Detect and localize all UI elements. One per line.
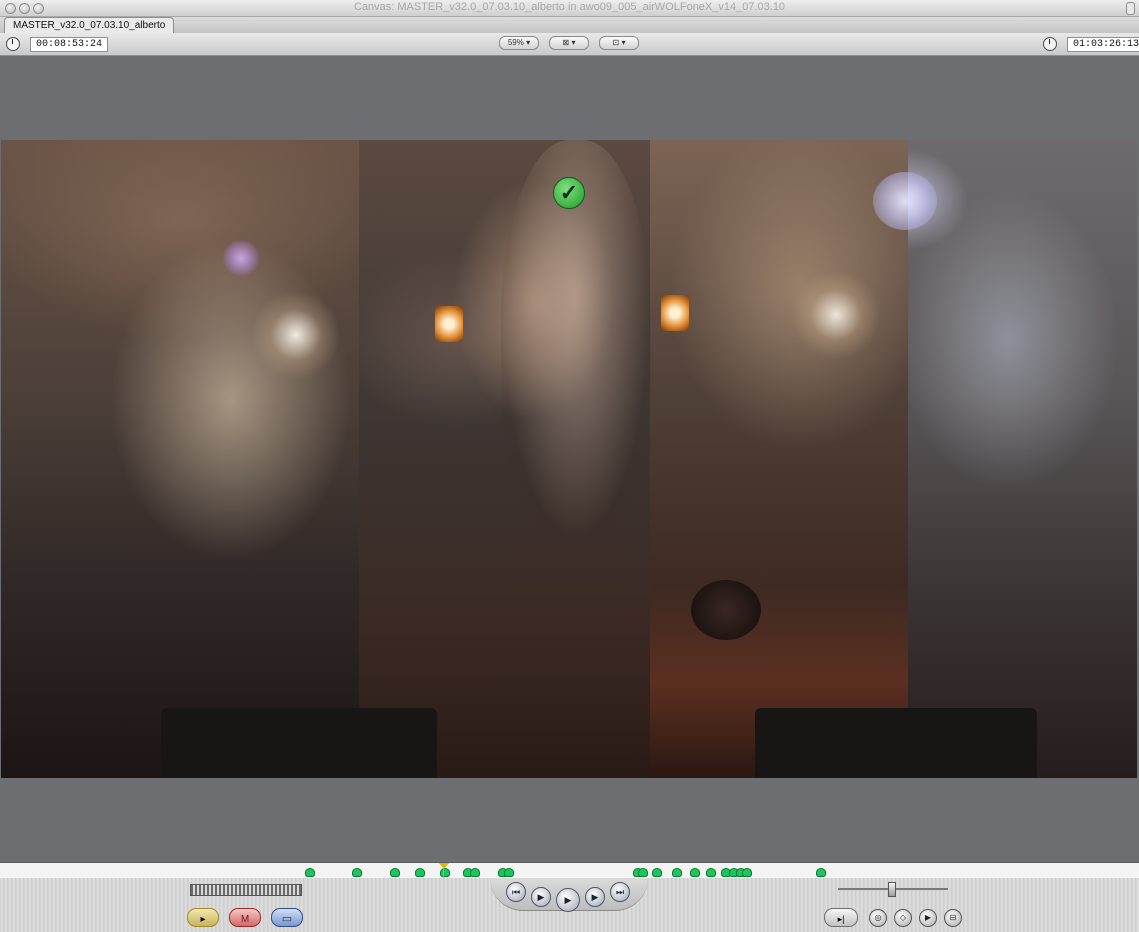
- insert-icon: ▸: [200, 914, 206, 925]
- current-time-clock-icon: [1043, 37, 1057, 51]
- marker[interactable]: [415, 868, 425, 877]
- duration-clock-icon: [6, 37, 20, 51]
- play-button[interactable]: ▶: [556, 888, 580, 912]
- previous-edit-button[interactable]: ⏮: [506, 882, 526, 902]
- marker[interactable]: [742, 868, 752, 877]
- stage-monitor-left: [161, 708, 437, 778]
- lens-flare-white: [873, 172, 937, 230]
- lens-flare-purple: [223, 240, 259, 276]
- stage-monitor-right: [755, 708, 1037, 778]
- mark-clip-button[interactable]: ◎: [869, 909, 887, 927]
- marker[interactable]: [652, 868, 662, 877]
- duration-timecode-field[interactable]: 00:08:53:24: [30, 37, 109, 52]
- zoom-popup[interactable]: 59% ▾: [499, 36, 539, 50]
- transport-controls: ⏮ ▶ ▶ ▶ ⏭: [490, 878, 648, 912]
- overwrite-edit-button[interactable]: M: [229, 908, 261, 927]
- stage-light-right: [661, 295, 689, 331]
- overwrite-icon: M: [240, 914, 250, 925]
- match-frame-button[interactable]: ▸|: [824, 908, 858, 927]
- marker[interactable]: [706, 868, 716, 877]
- insert-edit-button[interactable]: ▸: [187, 908, 219, 927]
- marker[interactable]: [470, 868, 480, 877]
- play-around-button[interactable]: ▶: [585, 887, 605, 907]
- shuttle-knob[interactable]: [888, 882, 896, 897]
- match-frame-icon: ▸|: [837, 914, 845, 924]
- overlay-popup[interactable]: ⊡ ▾: [599, 36, 639, 50]
- marker[interactable]: [305, 868, 315, 877]
- bass-drum: [691, 580, 761, 640]
- overlay-icon: ⊡: [612, 38, 620, 47]
- marker[interactable]: [816, 868, 826, 877]
- window-title: Canvas: MASTER_v32.0_07.03.10_alberto in…: [353, 1, 786, 13]
- video-frame: ✓: [1, 140, 1137, 778]
- mark-in-out-button[interactable]: ⊟: [944, 909, 962, 927]
- spotlight-glare-left: [251, 290, 341, 380]
- next-edit-button[interactable]: ⏭: [610, 882, 630, 902]
- jog-control[interactable]: [190, 884, 302, 896]
- toolbar-toggle-button[interactable]: [1126, 2, 1135, 15]
- canvas-viewer[interactable]: ✓: [0, 56, 1139, 862]
- replace-icon: ▭: [281, 913, 293, 925]
- shuttle-control[interactable]: [838, 882, 948, 897]
- canvas-controls: ⏮ ▶ ▶ ▶ ⏭ ▸ M ▭ ▸| ◎ ◇ ▶ ⊟: [0, 878, 1139, 932]
- playhead[interactable]: [439, 863, 449, 878]
- marker[interactable]: [504, 868, 514, 877]
- tab-sequence[interactable]: MASTER_v32.0_07.03.10_alberto: [4, 17, 175, 33]
- marker[interactable]: [352, 868, 362, 877]
- tab-bar: MASTER_v32.0_07.03.10_alberto: [0, 17, 1139, 33]
- video-layer-bassist: [908, 140, 1137, 778]
- marker[interactable]: [390, 868, 400, 877]
- view-icon: ⊠: [562, 38, 570, 47]
- replace-edit-button[interactable]: ▭: [271, 908, 303, 927]
- marker[interactable]: [672, 868, 682, 877]
- current-timecode-field[interactable]: 01:03:26:13: [1067, 37, 1139, 52]
- add-marker-button[interactable]: ▶: [919, 909, 937, 927]
- marker[interactable]: [440, 868, 450, 877]
- view-popup[interactable]: ⊠ ▾: [549, 36, 589, 50]
- window-titlebar: Canvas: MASTER_v32.0_07.03.10_alberto in…: [0, 0, 1139, 17]
- checkmark-icon: ✓: [553, 177, 585, 209]
- marker[interactable]: [638, 868, 648, 877]
- marker[interactable]: [690, 868, 700, 877]
- video-layer-drummer: [650, 140, 908, 778]
- spotlight-glare-right: [791, 270, 881, 360]
- video-layer-guitarist: [1, 140, 359, 778]
- canvas-toolbar: 00:08:53:24 59% ▾ ⊠ ▾ ⊡ ▾ 01:03:26:13: [0, 33, 1139, 56]
- add-keyframe-button[interactable]: ◇: [894, 909, 912, 927]
- play-in-to-out-button[interactable]: ▶: [531, 887, 551, 907]
- zoom-popup-label: 59%: [507, 38, 524, 47]
- stage-light-left: [435, 306, 463, 342]
